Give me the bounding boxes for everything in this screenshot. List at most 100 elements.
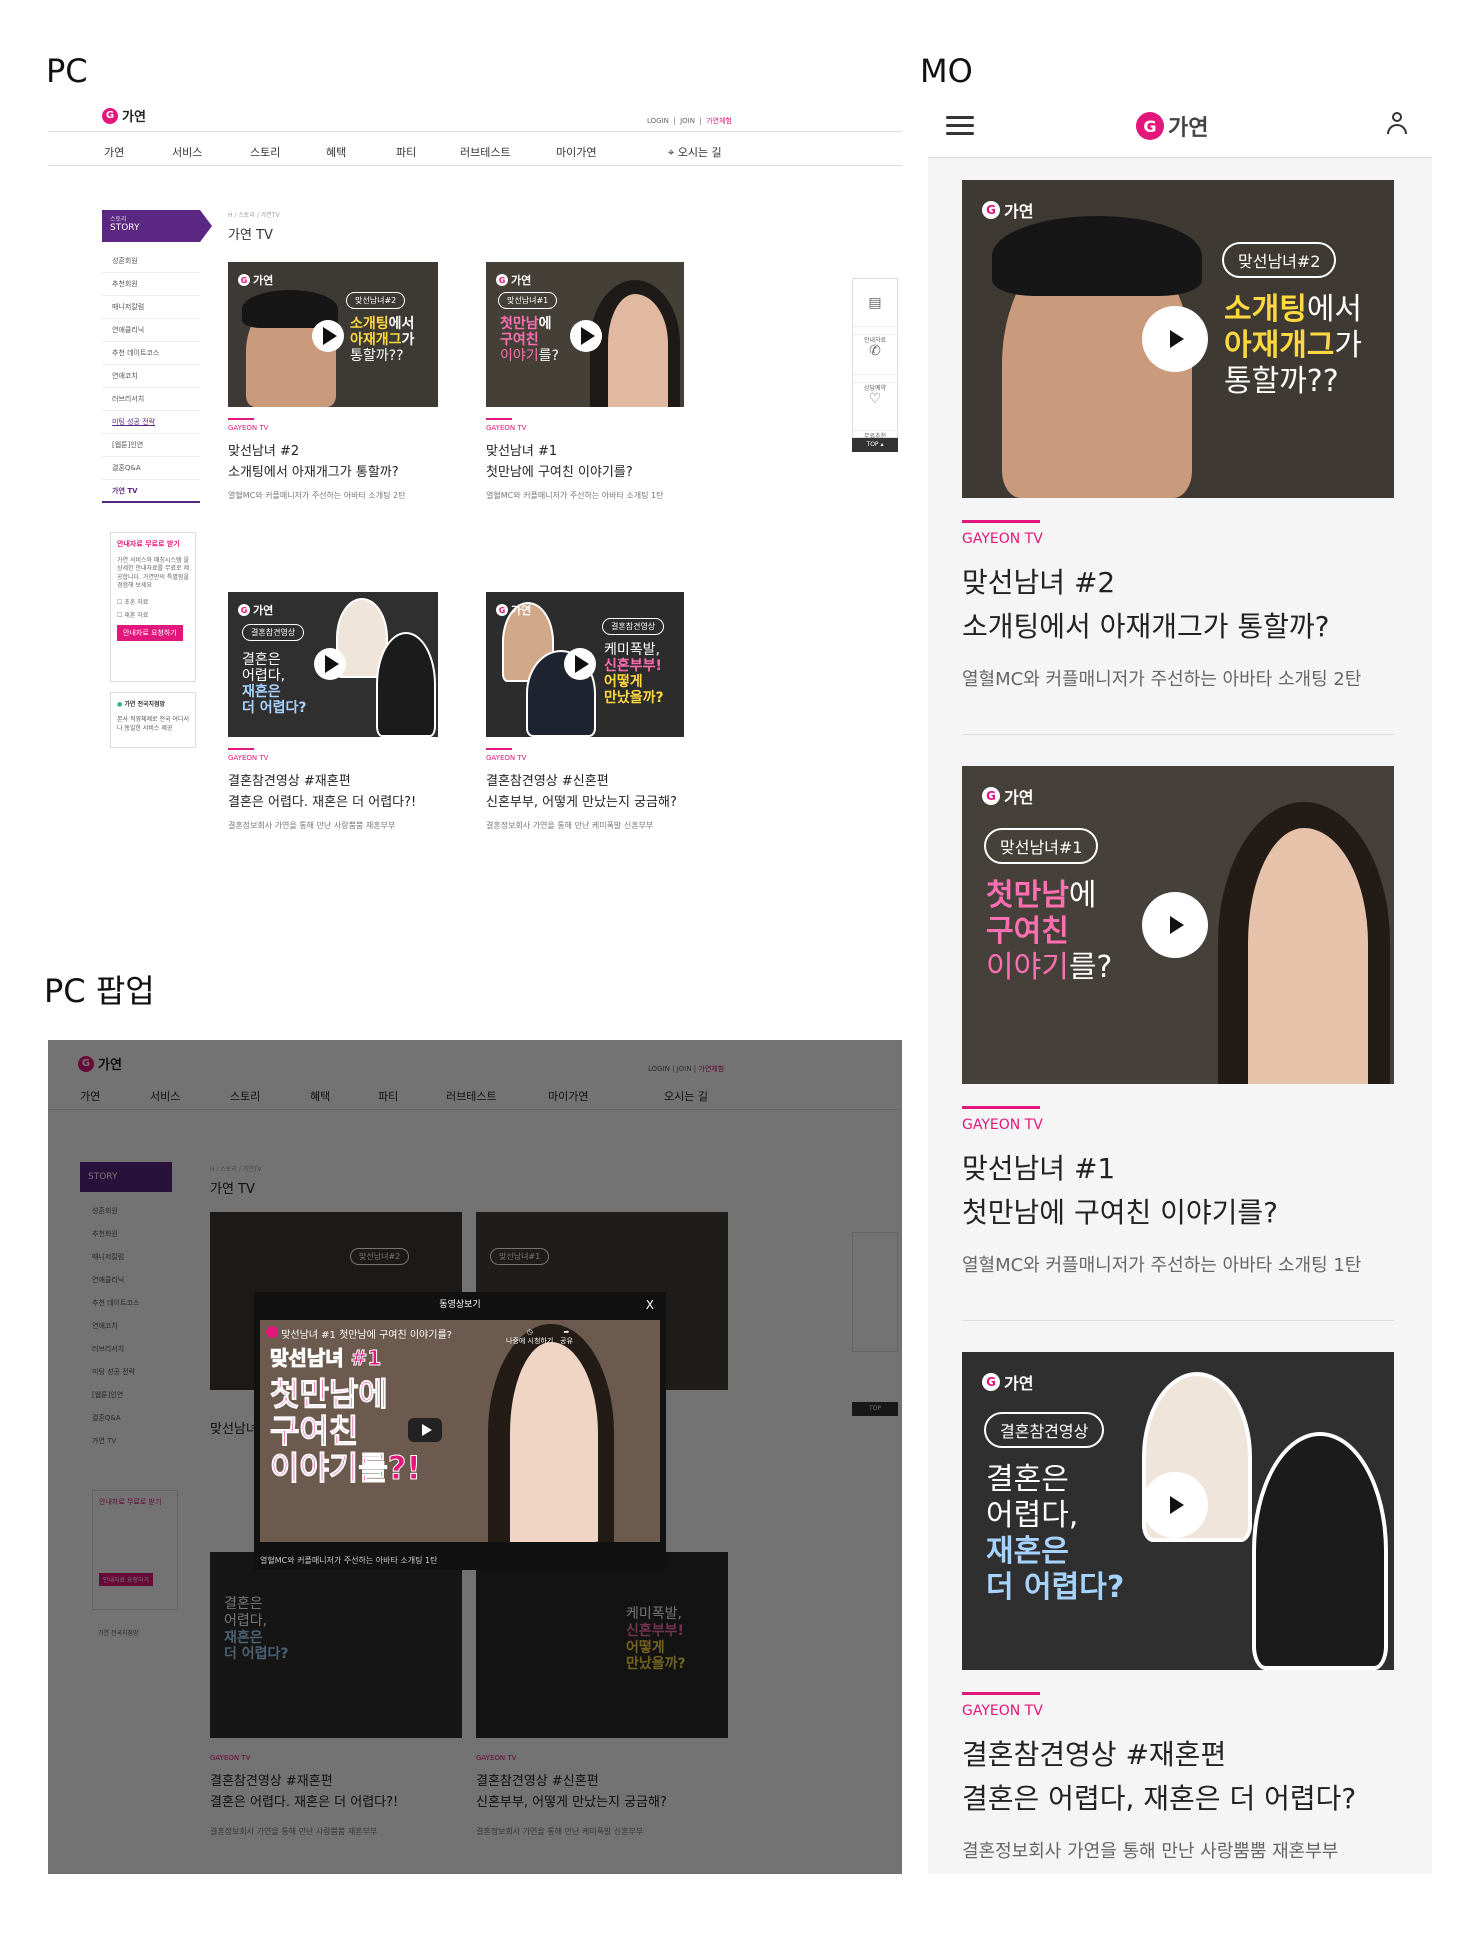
sidebar-item[interactable]: 추천회원	[102, 273, 200, 296]
card-text-4[interactable]: GAYEON TV 결혼참견영상 #신혼편 신혼부부, 어떻게 만났는지 궁금해…	[486, 748, 726, 831]
directions-link[interactable]: ⌖ 오시는 길	[668, 144, 722, 160]
logo-text: 가연	[122, 110, 146, 125]
experience-link[interactable]: 가연체험	[706, 117, 732, 125]
info-request-button[interactable]: 안내자료 요청하기	[117, 624, 183, 641]
nav-benefit[interactable]: 혜택	[326, 144, 346, 160]
play-icon[interactable]	[1142, 1472, 1208, 1538]
thumb-logo-text: 가연	[511, 604, 532, 617]
play-icon[interactable]	[312, 320, 344, 352]
card-title: 맞선남녀 #2	[228, 444, 300, 459]
info-opt2-label: 재혼 자료	[124, 611, 149, 619]
nav-service[interactable]: 서비스	[172, 144, 202, 160]
cap-part: 아재개그	[350, 332, 402, 349]
video-thumb-1[interactable]: G 가연 맞선남녀#2 소개팅에서 아재개그가 통할까??	[228, 262, 438, 407]
video-thumb[interactable]: G 가연 결혼참견영상 결혼은 어렵다, 재혼은 더 어렵다?	[962, 1352, 1394, 1670]
info-desc: 가연 서비스와 매칭시스템 을 상세한 안내자료를 무료로 제공합니다. 가연만…	[117, 557, 189, 590]
sidebar-item[interactable]: 추천 데이트코스	[102, 342, 200, 365]
heart-user-icon: ♡	[853, 383, 897, 431]
cap-part: 를?	[538, 348, 559, 365]
card-text-2[interactable]: GAYEON TV 맞선남녀 #1 첫만남에 구여친 이야기를? 열혈MC와 커…	[486, 418, 696, 501]
mobile-card-2[interactable]: G 가연 맞선남녀#1 첫만남에 구여친 이야기를? GAYEON TV 맞선남녀…	[962, 766, 1394, 1277]
logo[interactable]: G 가연	[1136, 110, 1208, 142]
card-text-3[interactable]: GAYEON TV 결혼참견영상 #재혼편 결혼은 어렵다. 재혼은 더 어렵다…	[228, 748, 448, 831]
card-subtitle: 소개팅에서 아재개그가 통할까?	[962, 610, 1330, 643]
branch-desc: 본사 직영체제로 전국 어디서나 동일한 서비스 제공	[117, 716, 189, 732]
logo-mark-icon: G	[982, 1373, 1000, 1391]
sidebar-item[interactable]: 미팅 성공 전략	[102, 411, 200, 434]
thumb-logo: G 가연	[238, 272, 273, 288]
menu-icon[interactable]	[946, 116, 974, 140]
sidebar-item[interactable]: 결혼Q&A	[102, 457, 200, 480]
cap-part: 결혼은	[242, 652, 281, 668]
video-thumb-2[interactable]: G 가연 맞선남녀#1 첫만남에 구여친 이야기를?	[486, 262, 684, 407]
video-player[interactable]: 맞선남녀 #1 첫만남에 구여친 이야기를? ◷ 나중에 시청하기 ➦ 공유 맞선남…	[260, 1320, 660, 1542]
thumb-tag: 결혼참견영상	[602, 618, 665, 635]
channel-avatar	[266, 1326, 278, 1338]
user-icon[interactable]	[1386, 112, 1408, 136]
nav-party[interactable]: 파티	[396, 144, 416, 160]
quick-brochure[interactable]: ▤ 안내자료	[853, 279, 897, 344]
info-opt2[interactable]: ☐ 재혼 자료	[117, 610, 189, 619]
login-link[interactable]: LOGIN	[647, 117, 669, 125]
branch-box[interactable]: ● 가연 전국지점망 본사 직영체제로 전국 어디서나 동일한 서비스 제공	[110, 692, 196, 748]
sidebar-item[interactable]: 성혼회원	[102, 250, 200, 273]
video-thumb[interactable]: G 가연 맞선남녀#2 소개팅에서 아재개그가 통할까??	[962, 180, 1394, 498]
watch-later-button[interactable]: ◷ 나중에 시청하기	[506, 1328, 553, 1346]
sidebar-item-active[interactable]: 가연 TV	[102, 480, 200, 503]
video-thumb-4[interactable]: G 가연 결혼참견영상 케미폭발, 신혼부부! 어떻게 만났을까?	[486, 592, 684, 737]
play-icon[interactable]	[408, 1418, 442, 1442]
play-icon[interactable]	[570, 320, 602, 352]
video-thumb[interactable]: G 가연 맞선남녀#1 첫만남에 구여친 이야기를?	[962, 766, 1394, 1084]
cap-part: 소개팅	[1224, 292, 1307, 327]
thumb-tag: 결혼참견영상	[984, 1412, 1105, 1448]
nav-lovetest[interactable]: 러브테스트	[460, 144, 511, 160]
breadcrumb: H / 스토리 / 가연TV	[228, 212, 280, 219]
thumb-logo-text: 가연	[253, 604, 274, 617]
thumb-caption: 결혼은 어렵다, 재혼은 더 어렵다?	[986, 1462, 1124, 1606]
sidebar-item[interactable]: [웹툰]인연	[102, 434, 200, 457]
top-button[interactable]: TOP ▴	[852, 438, 898, 452]
cap-part: 이야기	[500, 348, 539, 365]
cap-part: 구여친	[270, 1411, 359, 1450]
top-label: TOP	[866, 441, 879, 448]
logo[interactable]: G 가연	[102, 106, 146, 125]
mobile-card-1[interactable]: G 가연 맞선남녀#2 소개팅에서 아재개그가 통할까?? GAYEON TV 맞…	[962, 180, 1394, 691]
util-links: LOGIN | JOIN | 가연체험	[646, 117, 732, 125]
share-button[interactable]: ➦ 공유	[560, 1328, 573, 1346]
nav-gayeon[interactable]: 가연	[104, 144, 124, 160]
close-icon[interactable]: X	[646, 1292, 654, 1318]
play-icon[interactable]	[314, 648, 346, 680]
card-subtitle: 결혼은 어렵다, 재혼은 더 어렵다?	[962, 1782, 1357, 1815]
play-icon[interactable]	[564, 648, 596, 680]
nav-mygayeon[interactable]: 마이가연	[556, 144, 596, 160]
play-icon[interactable]	[1142, 892, 1208, 958]
card-bar	[486, 748, 512, 750]
card-title: 맞선남녀 #1	[962, 1152, 1116, 1185]
cap-part: 에서	[1306, 292, 1363, 327]
play-icon[interactable]	[1142, 306, 1208, 372]
card-desc: 결혼정보회사 가연을 통해 만난 사랑뿜뿜 재혼부부	[228, 821, 396, 830]
sidebar-item[interactable]: 연애클리닉	[102, 319, 200, 342]
nav-story[interactable]: 스토리	[250, 144, 280, 160]
card-desc: 열혈MC와 커플매니저가 주선하는 아바타 소개팅 2탄	[228, 491, 406, 500]
video-thumb-3[interactable]: G 가연 결혼참견영상 결혼은 어렵다, 재혼은 더 어렵다?	[228, 592, 438, 737]
card-bar	[486, 418, 512, 420]
thumb-caption: 첫만남에 구여친 이야기를?	[986, 878, 1112, 986]
info-opt1[interactable]: ☐ 초혼 자료	[117, 597, 189, 606]
cap-part: 구여친	[500, 332, 539, 349]
card-title: 결혼참견영상 #신혼편	[486, 774, 609, 789]
thumb-caption: 소개팅에서 아재개그가 통할까??	[350, 316, 414, 364]
cap-part: 첫만남에	[270, 1375, 389, 1413]
pc-popup-screen: G 가연 LOGIN | JOIN | 가연체험 가연 서비스 스토리 혜택 파…	[48, 1040, 902, 1874]
divider	[962, 1320, 1394, 1321]
mobile-card-3[interactable]: G 가연 결혼참견영상 결혼은 어렵다, 재혼은 더 어렵다? GAYEON TV…	[962, 1352, 1394, 1863]
sidebar-item[interactable]: 러브리서치	[102, 388, 200, 411]
join-link[interactable]: JOIN	[680, 117, 695, 125]
logo-mark-icon: G	[1136, 112, 1164, 140]
info-title: 안내자료 무료로 받기	[117, 540, 180, 548]
sidebar-item[interactable]: 연애코치	[102, 365, 200, 388]
card-title: 맞선남녀 #1	[486, 444, 558, 459]
logo-text: 가연	[1168, 116, 1209, 141]
card-text-1[interactable]: GAYEON TV 맞선남녀 #2 소개팅에서 아재개그가 통할까? 열혈MC와…	[228, 418, 438, 501]
sidebar-item[interactable]: 매니저칼럼	[102, 296, 200, 319]
